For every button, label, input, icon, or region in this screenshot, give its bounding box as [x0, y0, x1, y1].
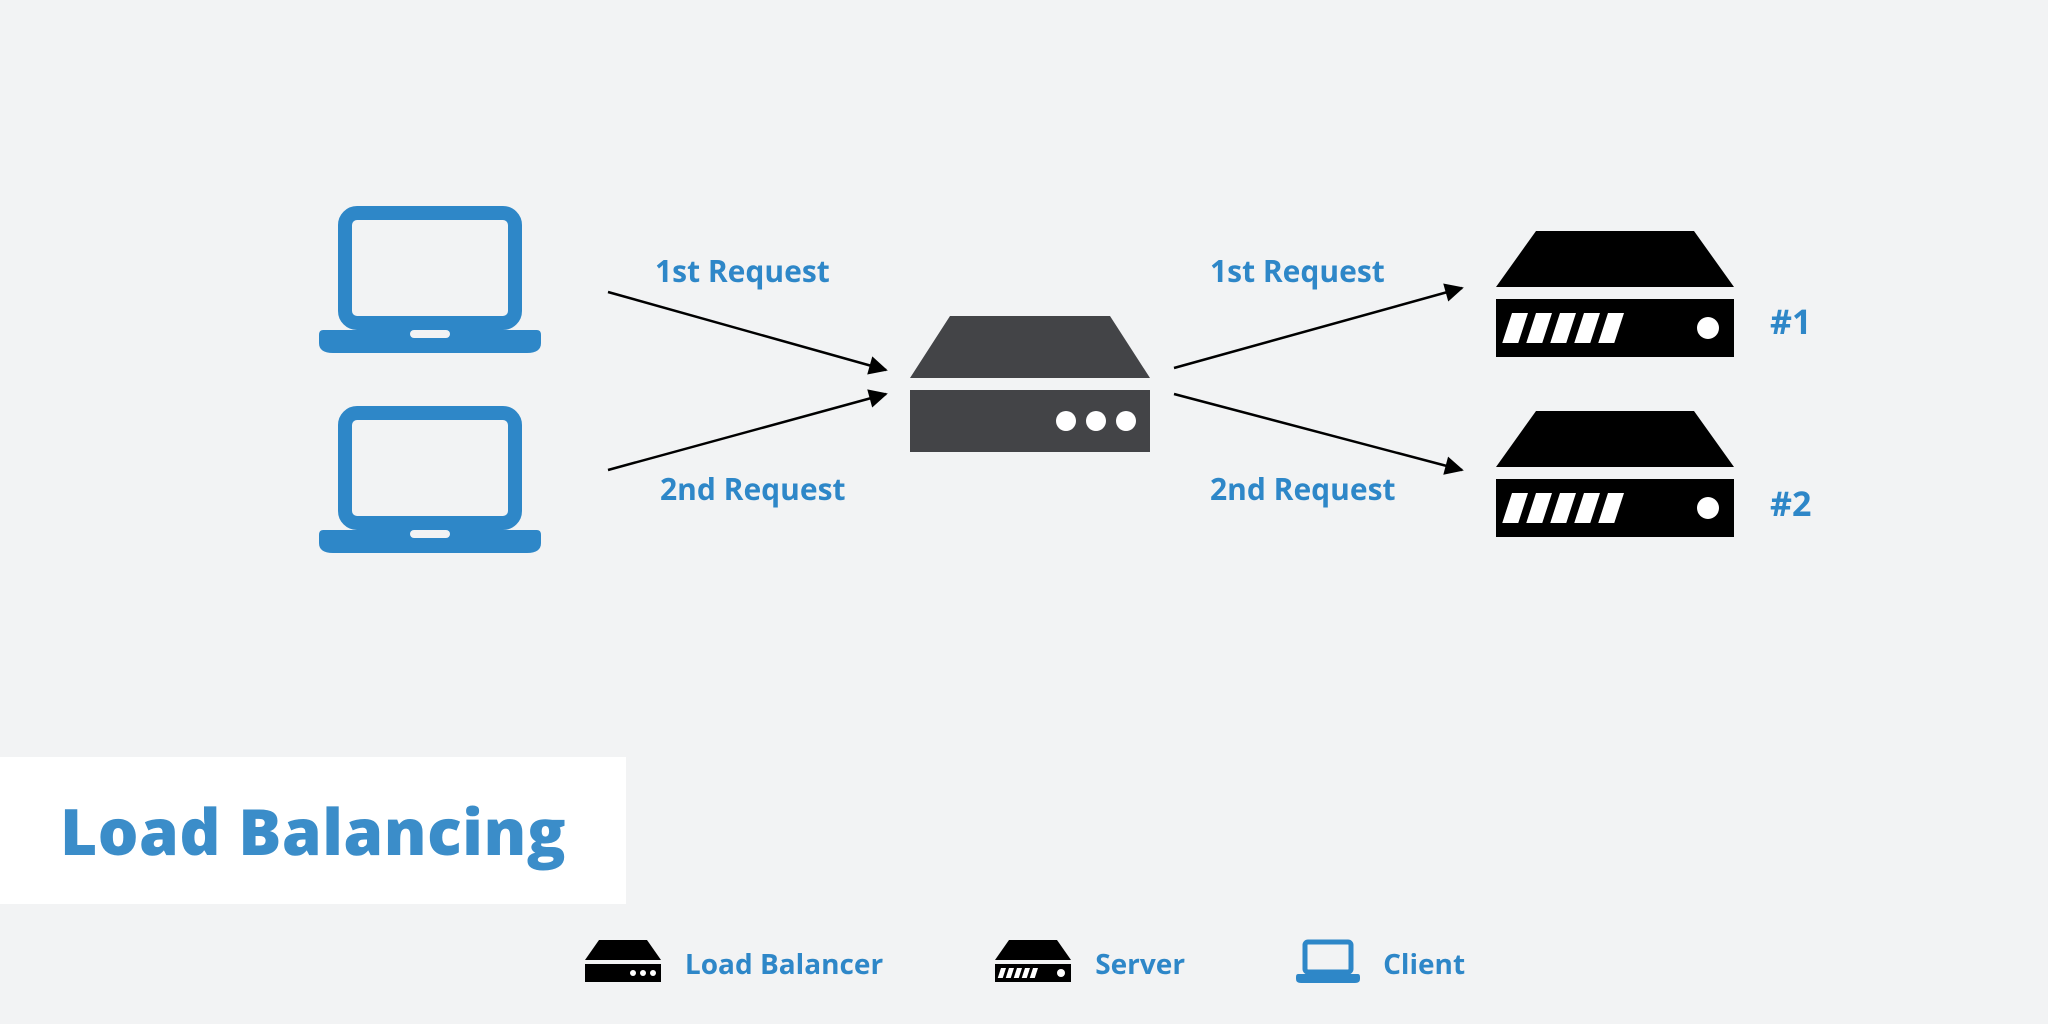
- server-2-icon: [1490, 405, 1740, 545]
- label-req2-right: 2nd Request: [1210, 468, 1396, 509]
- laptop-icon: [1295, 938, 1361, 989]
- legend-item-client: Client: [1295, 938, 1465, 989]
- label-req2-left: 2nd Request: [660, 468, 846, 509]
- load-balancer-icon: [906, 308, 1154, 458]
- server-icon: [993, 938, 1073, 989]
- diagram-title: Load Balancing: [60, 787, 566, 874]
- legend-item-server: Server: [993, 938, 1185, 989]
- legend-label-client: Client: [1383, 945, 1465, 983]
- legend-label-lb: Load Balancer: [685, 945, 883, 983]
- label-server-2: #2: [1770, 480, 1811, 526]
- label-server-1: #1: [1770, 298, 1811, 344]
- legend-item-lb: Load Balancer: [583, 938, 883, 989]
- legend: Load Balancer Server: [0, 938, 2048, 989]
- label-req1-left: 1st Request: [655, 250, 830, 291]
- server-1-icon: [1490, 225, 1740, 365]
- legend-label-server: Server: [1095, 945, 1185, 983]
- label-req1-right: 1st Request: [1210, 250, 1385, 291]
- title-panel: Load Balancing: [0, 757, 626, 904]
- client-laptop-2: [315, 405, 545, 555]
- diagram-stage: { "title": "Load Balancing", "labels": {…: [0, 0, 2048, 1024]
- load-balancer-icon: [583, 938, 663, 989]
- client-laptop-1: [315, 205, 545, 355]
